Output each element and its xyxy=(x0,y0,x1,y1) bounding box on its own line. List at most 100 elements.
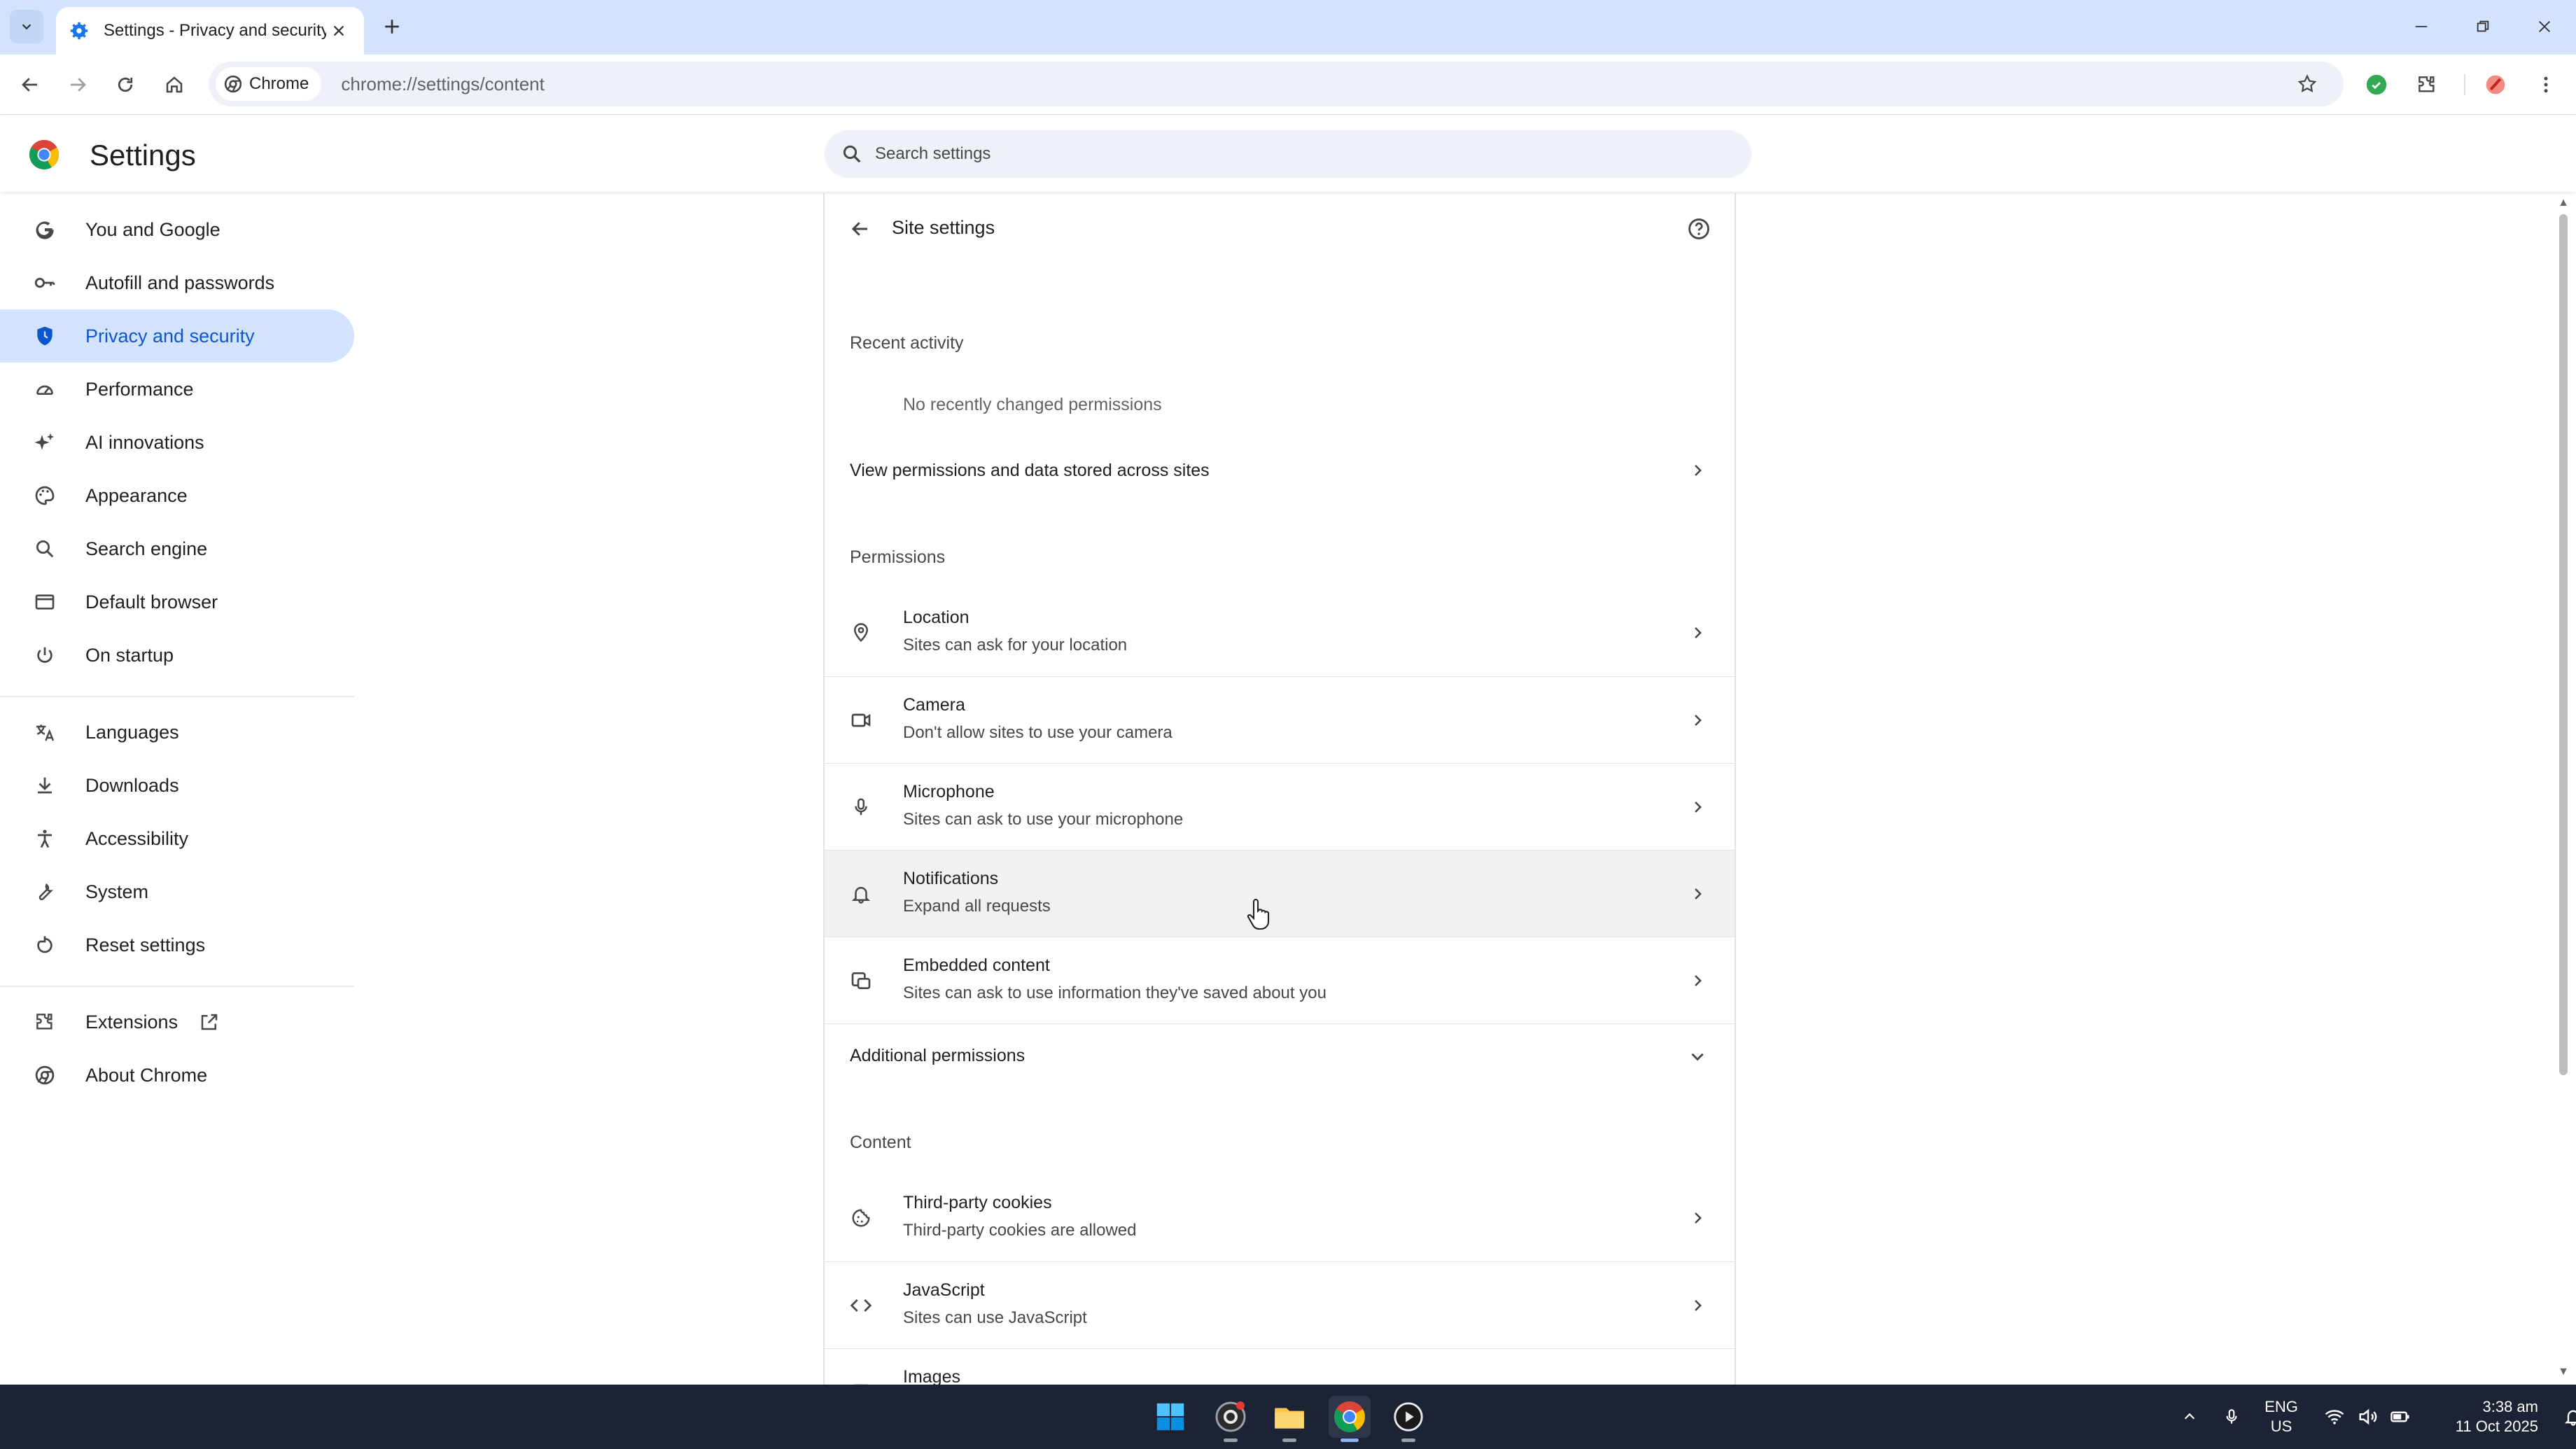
back-button[interactable] xyxy=(14,69,46,101)
scroll-down-arrow[interactable]: ▼ xyxy=(2556,1365,2570,1379)
camera-icon xyxy=(847,706,875,734)
search-settings-input[interactable] xyxy=(875,144,1715,164)
battery-status[interactable] xyxy=(2384,1406,2416,1427)
sidebar-item-label: Accessibility xyxy=(85,827,189,849)
sidebar-item-languages[interactable]: Languages xyxy=(0,706,354,759)
sidebar-divider xyxy=(0,696,354,697)
bell-icon xyxy=(847,880,875,908)
content-row-javascript[interactable]: JavaScript Sites can use JavaScript xyxy=(825,1261,1735,1348)
permission-row-microphone[interactable]: Microphone Sites can ask to use your mic… xyxy=(825,763,1735,850)
back-arrow-icon xyxy=(851,222,867,236)
help-button[interactable] xyxy=(1684,214,1714,244)
tab-search-button[interactable] xyxy=(10,10,43,43)
sidebar-item-on-startup[interactable]: On startup xyxy=(0,629,354,682)
close-tab-icon[interactable] xyxy=(326,18,351,43)
notification-bell-icon xyxy=(2564,1410,2576,1426)
scroll-up-arrow[interactable]: ▲ xyxy=(2556,196,2570,210)
home-button[interactable] xyxy=(158,69,190,101)
folder-icon xyxy=(1275,1408,1304,1429)
back-button[interactable] xyxy=(846,214,875,244)
tab-strip: Settings - Privacy and security xyxy=(0,0,2576,55)
taskbar-app-chrome[interactable] xyxy=(1329,1396,1371,1442)
sidebar-item-system[interactable]: System xyxy=(0,865,354,918)
close-window-button[interactable] xyxy=(2513,7,2576,46)
microphone-icon xyxy=(847,793,875,821)
clock[interactable]: 3:38 am 11 Oct 2025 xyxy=(2433,1397,2538,1436)
sidebar-item-accessibility[interactable]: Accessibility xyxy=(0,812,354,865)
restore-button[interactable] xyxy=(2451,7,2514,46)
power-icon xyxy=(32,643,57,668)
sidebar-item-extensions[interactable]: Extensions xyxy=(0,995,354,1049)
chrome-menu-button[interactable] xyxy=(2530,69,2562,101)
show-hidden-icons-button[interactable] xyxy=(2176,1409,2204,1424)
bookmark-star-button[interactable] xyxy=(2292,69,2323,99)
url-text[interactable]: chrome://settings/content xyxy=(341,74,544,95)
minimize-button[interactable] xyxy=(2390,7,2453,46)
forward-arrow-icon xyxy=(71,78,86,92)
view-permissions-row[interactable]: View permissions and data stored across … xyxy=(825,438,1735,503)
sidebar-item-privacy[interactable]: Privacy and security xyxy=(0,309,354,363)
sidebar-item-label: Downloads xyxy=(85,774,179,796)
extension-green-button[interactable] xyxy=(2360,69,2393,101)
sidebar-item-autofill[interactable]: Autofill and passwords xyxy=(0,256,354,309)
scrollbar-thumb[interactable] xyxy=(2559,214,2568,1075)
extensions-button[interactable] xyxy=(2411,69,2443,101)
permission-row-location[interactable]: Location Sites can ask for your location xyxy=(825,589,1735,676)
language-indicator[interactable]: ENG US xyxy=(2257,1397,2306,1436)
sidebar-item-default-browser[interactable]: Default browser xyxy=(0,575,354,629)
volume-status[interactable] xyxy=(2352,1406,2384,1427)
site-info-chip[interactable]: Chrome xyxy=(216,67,322,101)
sidebar-item-about-chrome[interactable]: About Chrome xyxy=(0,1049,354,1102)
chevron-down-icon xyxy=(22,24,31,30)
sidebar-item-search-engine[interactable]: Search engine xyxy=(0,522,354,575)
hand-cursor-icon xyxy=(1247,898,1270,930)
permission-row-embedded-content[interactable]: Embedded content Sites can ask to use in… xyxy=(825,937,1735,1023)
forward-button[interactable] xyxy=(62,69,94,101)
play-icon xyxy=(1394,1402,1423,1432)
active-indicator xyxy=(1340,1438,1359,1442)
notification-center-button[interactable] xyxy=(2552,1407,2576,1427)
tab-settings[interactable]: Settings - Privacy and security xyxy=(56,7,364,55)
sidebar-item-label: System xyxy=(85,881,149,902)
sidebar-item-ai-innovations[interactable]: AI innovations xyxy=(0,416,354,469)
content-title: Images xyxy=(903,1367,960,1386)
sidebar-item-reset-settings[interactable]: Reset settings xyxy=(0,918,354,972)
start-button[interactable] xyxy=(1149,1396,1191,1438)
chrome-icon xyxy=(224,75,242,93)
star-icon xyxy=(2297,74,2317,92)
permission-title: Notifications xyxy=(903,869,999,888)
sidebar-item-label: About Chrome xyxy=(85,1064,208,1086)
google-icon xyxy=(32,217,57,242)
address-bar[interactable]: Chrome chrome://settings/content xyxy=(209,62,2344,106)
palette-icon xyxy=(32,483,57,508)
close-icon xyxy=(2539,21,2550,32)
plus-icon xyxy=(385,20,399,34)
reload-button[interactable] xyxy=(109,69,141,101)
chrome-icon xyxy=(32,1063,57,1088)
permission-row-notifications[interactable]: Notifications Expand all requests xyxy=(825,850,1735,937)
wifi-status[interactable] xyxy=(2317,1406,2352,1427)
location-pin-icon xyxy=(847,619,875,647)
sidebar-item-downloads[interactable]: Downloads xyxy=(0,759,354,812)
profile-button[interactable] xyxy=(2479,69,2512,101)
restore-icon xyxy=(2477,20,2489,32)
permission-row-camera[interactable]: Camera Don't allow sites to use your cam… xyxy=(825,676,1735,763)
green-extension-icon xyxy=(2366,74,2387,95)
new-tab-button[interactable] xyxy=(378,13,406,41)
permission-title: Camera xyxy=(903,695,965,715)
microphone-status[interactable] xyxy=(2211,1408,2253,1426)
taskbar-app-media-player[interactable] xyxy=(1387,1396,1429,1442)
taskbar-app-file-explorer[interactable] xyxy=(1268,1396,1310,1442)
content-row-third-party-cookies[interactable]: Third-party cookies Third-party cookies … xyxy=(825,1175,1735,1261)
sidebar-item-you-and-google[interactable]: You and Google xyxy=(0,203,354,256)
key-icon xyxy=(32,270,57,295)
settings-search-box[interactable] xyxy=(825,130,1751,178)
sidebar-item-performance[interactable]: Performance xyxy=(0,363,354,416)
sidebar-item-label: Performance xyxy=(85,378,194,400)
chevron-up-icon xyxy=(2184,1413,2195,1420)
content-row-images[interactable]: Images xyxy=(825,1348,1735,1386)
sidebar-item-appearance[interactable]: Appearance xyxy=(0,469,354,522)
additional-permissions-row[interactable]: Additional permissions xyxy=(825,1023,1735,1088)
taskbar-app-recorder[interactable] xyxy=(1210,1396,1252,1442)
permission-title: Location xyxy=(903,608,969,627)
